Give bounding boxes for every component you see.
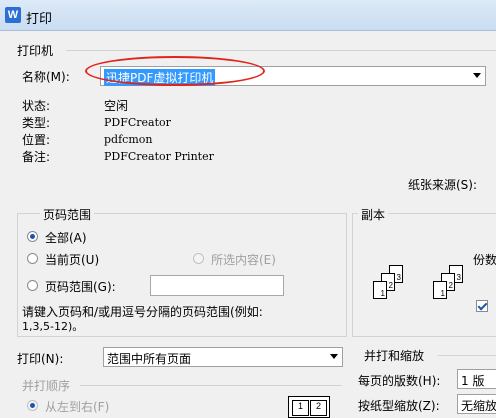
print-what-select[interactable]: 范围中所有页面	[103, 347, 343, 367]
pages-per-sheet-label: 每页的版数(H):	[358, 374, 441, 388]
pages-per-sheet-select[interactable]: 1 版	[457, 369, 496, 389]
printer-type-label: 类型:	[22, 116, 51, 130]
radio-selection[interactable]	[193, 253, 204, 264]
window-title: 打印	[26, 12, 53, 27]
radio-page-range[interactable]	[27, 280, 38, 291]
page-range-group-label: 页码范围	[40, 206, 95, 223]
order-group-label: 并打顺序	[22, 379, 71, 393]
copies-group-label: 副本	[358, 206, 389, 223]
wps-writer-icon: W	[5, 7, 21, 23]
order-group-divider	[80, 385, 342, 386]
print-what-value: 范围中所有页面	[107, 352, 192, 366]
printer-type-value: PDFCreator	[104, 116, 171, 129]
radio-all-pages[interactable]	[27, 231, 38, 242]
radio-current-page[interactable]	[27, 253, 38, 264]
printer-group-label: 打印机	[17, 44, 54, 58]
printer-comment-label: 备注:	[22, 150, 51, 164]
page-range-hint-line2: 1,3,5-12)。	[22, 320, 84, 333]
collate-checkbox[interactable]	[476, 300, 488, 312]
printer-location-label: 位置:	[22, 133, 51, 147]
zoom-group-label: 并打和缩放	[364, 349, 425, 363]
printer-location-value: pdfcmon	[104, 133, 153, 146]
scale-to-paper-select[interactable]: 无缩放	[457, 394, 496, 414]
page-range-input[interactable]	[150, 275, 284, 296]
printer-status-label: 状态:	[22, 99, 51, 113]
scale-to-paper-value: 无缩放	[461, 399, 496, 413]
printer-group-divider	[66, 50, 496, 51]
zoom-group-divider	[438, 355, 496, 356]
radio-selection-label[interactable]: 所选内容(E)	[211, 251, 276, 268]
chevron-down-icon[interactable]	[330, 354, 338, 359]
radio-current-page-label[interactable]: 当前页(U)	[45, 251, 99, 268]
preview-page-2: 2	[310, 400, 327, 416]
paper-source-label: 纸张来源(S):	[408, 178, 478, 192]
sheet-1: 1	[373, 281, 387, 299]
copies-group	[352, 213, 496, 337]
annotation-highlight-ellipse	[85, 56, 265, 86]
radio-page-range-label[interactable]: 页码范围(G):	[45, 278, 116, 295]
chevron-down-icon[interactable]	[473, 73, 481, 78]
printer-status-value: 空闲	[104, 99, 129, 113]
preview-page-1: 1	[292, 400, 309, 416]
scale-to-paper-label: 按纸型缩放(Z):	[358, 399, 440, 413]
printer-name-label: 名称(M):	[22, 70, 70, 84]
title-bar: W 打印	[0, 0, 496, 31]
printer-comment-value: PDFCreator Printer	[104, 150, 214, 163]
pages-per-sheet-value: 1 版	[461, 374, 485, 388]
print-what-label: 打印(N):	[17, 352, 64, 366]
radio-left-to-right[interactable]	[27, 400, 38, 411]
sheet-1: 1	[433, 281, 447, 299]
copies-count-label: 份数	[473, 253, 496, 267]
order-preview: 1 2	[288, 396, 330, 418]
radio-left-to-right-label[interactable]: 从左到右(F)	[45, 398, 109, 415]
radio-all-pages-label[interactable]: 全部(A)	[45, 229, 87, 246]
